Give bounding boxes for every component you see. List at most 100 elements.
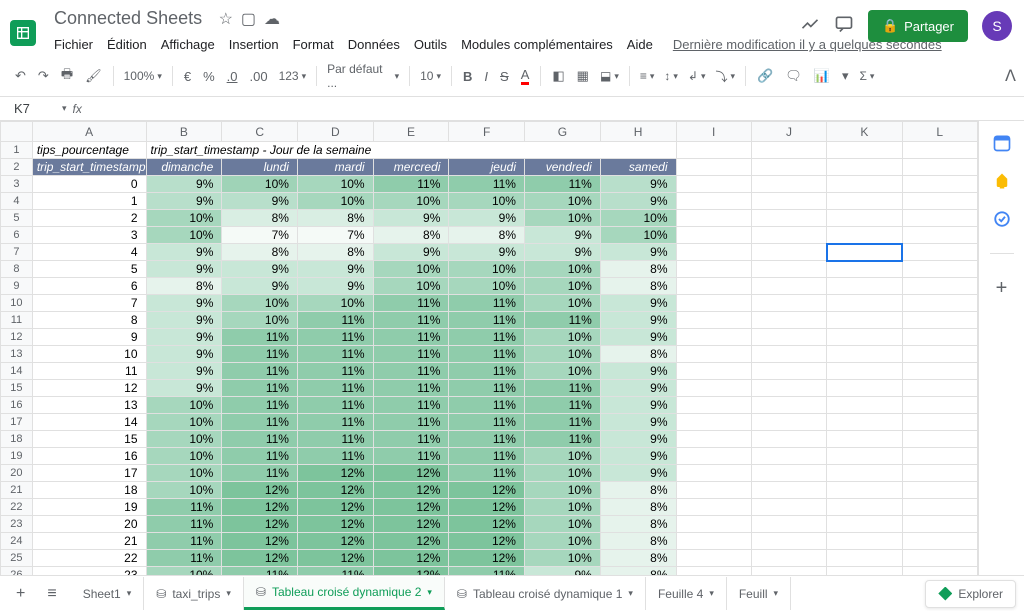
italic-button[interactable]: I	[479, 65, 493, 88]
cell[interactable]	[827, 550, 902, 567]
data-cell[interactable]: 8%	[373, 227, 449, 244]
font-size-select[interactable]: 10	[416, 67, 445, 85]
wrap-button[interactable]: ↲	[684, 67, 710, 85]
data-cell[interactable]: 11%	[222, 380, 298, 397]
day-header-cell[interactable]: samedi	[600, 159, 676, 176]
data-cell[interactable]: 10%	[600, 210, 676, 227]
data-cell[interactable]: 10%	[524, 482, 600, 499]
data-cell[interactable]: 12%	[373, 550, 449, 567]
calendar-icon[interactable]	[992, 133, 1012, 153]
sheet-tab[interactable]: ⛁Tableau croisé dynamique 1	[445, 577, 646, 610]
data-cell[interactable]: 10%	[146, 567, 222, 576]
row-header[interactable]: 6	[1, 227, 33, 244]
data-cell[interactable]: 10%	[524, 363, 600, 380]
day-header-cell[interactable]: mardi	[297, 159, 373, 176]
data-cell[interactable]: 10%	[373, 278, 449, 295]
data-cell[interactable]: 9%	[373, 210, 449, 227]
data-cell[interactable]: 9%	[600, 193, 676, 210]
row-key-cell[interactable]: 0	[32, 176, 146, 193]
zoom-select[interactable]: 100%	[120, 67, 166, 85]
sheet-tab[interactable]: Sheet1	[71, 577, 145, 610]
data-cell[interactable]: 11%	[222, 346, 298, 363]
data-cell[interactable]: 11%	[373, 414, 449, 431]
borders-button[interactable]: ▦	[572, 64, 594, 88]
cell[interactable]	[827, 312, 902, 329]
data-cell[interactable]: 11%	[449, 312, 525, 329]
day-header-cell[interactable]: dimanche	[146, 159, 222, 176]
row-header[interactable]: 5	[1, 210, 33, 227]
data-cell[interactable]: 9%	[146, 329, 222, 346]
data-cell[interactable]: 10%	[524, 499, 600, 516]
data-cell[interactable]: 8%	[600, 533, 676, 550]
data-cell[interactable]: 11%	[449, 363, 525, 380]
data-cell[interactable]: 8%	[146, 278, 222, 295]
comments-icon[interactable]	[834, 14, 854, 39]
data-cell[interactable]: 11%	[373, 295, 449, 312]
sheet-tab[interactable]: ⛁taxi_trips	[144, 577, 244, 610]
pivot-title-cell[interactable]: trip_start_timestamp - Jour de la semain…	[146, 142, 676, 159]
row-header[interactable]: 18	[1, 431, 33, 448]
row-key-cell[interactable]: 12	[32, 380, 146, 397]
data-cell[interactable]: 12%	[449, 516, 525, 533]
data-cell[interactable]: 12%	[373, 516, 449, 533]
data-cell[interactable]: 10%	[524, 550, 600, 567]
row-key-cell[interactable]: 2	[32, 210, 146, 227]
sheet-tab[interactable]: Feuill	[727, 577, 791, 610]
data-cell[interactable]: 8%	[600, 346, 676, 363]
row-header[interactable]: 17	[1, 414, 33, 431]
data-cell[interactable]: 9%	[600, 397, 676, 414]
cell[interactable]	[827, 210, 902, 227]
data-cell[interactable]: 9%	[600, 176, 676, 193]
menu-edit[interactable]: Édition	[101, 33, 153, 56]
data-cell[interactable]: 11%	[373, 346, 449, 363]
text-color-button[interactable]: A	[516, 63, 535, 89]
trend-icon[interactable]	[800, 14, 820, 39]
data-cell[interactable]: 11%	[222, 448, 298, 465]
data-cell[interactable]: 11%	[449, 397, 525, 414]
row-key-cell[interactable]: 19	[32, 499, 146, 516]
data-cell[interactable]: 12%	[449, 499, 525, 516]
data-cell[interactable]: 10%	[449, 193, 525, 210]
data-cell[interactable]: 9%	[222, 261, 298, 278]
avatar[interactable]: S	[982, 11, 1012, 41]
col-header[interactable]: A	[32, 122, 146, 142]
data-cell[interactable]: 10%	[146, 210, 222, 227]
data-cell[interactable]: 10%	[146, 397, 222, 414]
halign-button[interactable]: ≡	[636, 67, 659, 85]
data-cell[interactable]: 11%	[373, 329, 449, 346]
data-cell[interactable]: 10%	[524, 193, 600, 210]
data-cell[interactable]: 9%	[524, 244, 600, 261]
strike-button[interactable]: S	[495, 65, 514, 88]
data-cell[interactable]: 9%	[146, 380, 222, 397]
cell[interactable]	[827, 227, 902, 244]
data-cell[interactable]: 9%	[524, 567, 600, 576]
row-key-cell[interactable]: 15	[32, 431, 146, 448]
decrease-decimal-button[interactable]: .0	[222, 65, 243, 88]
data-cell[interactable]: 12%	[297, 516, 373, 533]
data-cell[interactable]: 11%	[524, 312, 600, 329]
data-cell[interactable]: 11%	[222, 465, 298, 482]
data-cell[interactable]: 10%	[222, 295, 298, 312]
data-cell[interactable]: 11%	[146, 550, 222, 567]
cell[interactable]	[827, 363, 902, 380]
data-cell[interactable]: 10%	[524, 295, 600, 312]
data-cell[interactable]: 8%	[600, 261, 676, 278]
cell[interactable]	[827, 482, 902, 499]
data-cell[interactable]: 8%	[222, 210, 298, 227]
currency-button[interactable]: €	[179, 65, 196, 88]
data-cell[interactable]: 8%	[297, 244, 373, 261]
data-cell[interactable]: 11%	[449, 329, 525, 346]
col-header[interactable]: C	[222, 122, 298, 142]
data-cell[interactable]: 10%	[146, 414, 222, 431]
data-cell[interactable]: 8%	[297, 210, 373, 227]
data-cell[interactable]: 12%	[373, 533, 449, 550]
row-key-cell[interactable]: 17	[32, 465, 146, 482]
data-cell[interactable]: 12%	[373, 482, 449, 499]
menu-help[interactable]: Aide	[621, 33, 659, 56]
data-cell[interactable]: 10%	[524, 533, 600, 550]
menu-addons[interactable]: Modules complémentaires	[455, 33, 619, 56]
cell[interactable]	[827, 193, 902, 210]
doc-title[interactable]: Connected Sheets	[48, 6, 208, 31]
cell[interactable]	[827, 397, 902, 414]
data-cell[interactable]: 10%	[373, 261, 449, 278]
